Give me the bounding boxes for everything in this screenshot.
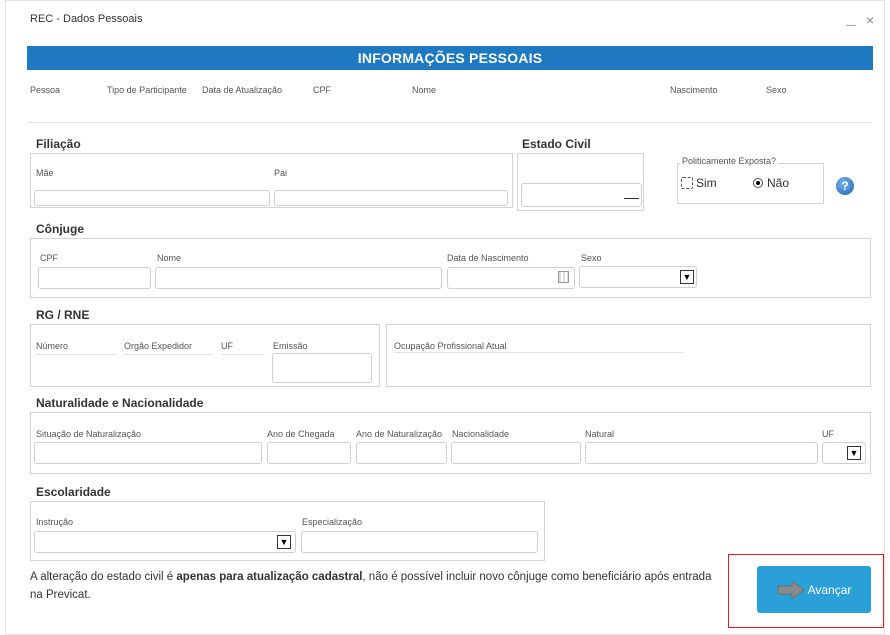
section-title-naturalidade: Naturalidade e Nacionalidade [36,396,204,410]
nacionalidade-select[interactable] [451,442,581,464]
ano-naturalizacao-input[interactable] [356,442,447,464]
nacionalidade-label: Nacionalidade [452,429,510,439]
advance-button-label: Avançar [807,582,852,597]
window-title: REC - Dados Pessoais [30,13,143,25]
calendar-icon[interactable] [558,271,569,283]
rg-uf-input[interactable] [221,354,265,355]
col-nome: Nome [412,85,437,95]
conjuge-nome-label: Nome [157,253,182,263]
notice-text-bold: apenas para atualização cadastral [176,571,363,583]
pep-option-sim[interactable]: Sim [681,176,717,190]
select-arrow-icon [624,198,639,199]
situacao-naturalizacao-label: Situação de Naturalização [36,429,142,439]
minimize-icon[interactable]: — [846,20,856,31]
col-data-atualizacao: Data de Atualização [202,85,283,95]
conjuge-cpf-input[interactable] [38,267,151,289]
col-cpf: CPF [313,85,331,95]
rg-emissao-input[interactable] [272,353,372,383]
section-title-rg: RG / RNE [36,308,90,322]
ocupacao-label: Ocupação Profissional Atual [394,341,507,351]
ano-naturalizacao-label: Ano de Naturalização [356,429,443,439]
divider [28,122,872,123]
conjuge-cpf-label: CPF [40,253,58,263]
rg-uf-label: UF [221,341,233,351]
section-title-filiacao: Filiação [36,137,81,151]
checkbox-icon [681,177,693,189]
pep-option-nao-label: Não [767,176,790,190]
naturalidade-uf-label: UF [822,429,834,439]
chevron-down-icon[interactable]: ▼ [680,270,694,284]
col-nascimento: Nascimento [670,85,718,95]
conjuge-nascimento-label: Data de Nascimento [447,253,529,263]
rg-numero-input[interactable] [36,354,118,355]
pep-option-sim-label: Sim [696,176,717,190]
conjuge-nome-input[interactable] [155,267,442,289]
pai-input[interactable] [274,190,508,206]
radio-selected-icon [753,178,763,188]
close-icon[interactable]: × [866,12,874,28]
conjuge-nascimento-input[interactable] [447,267,575,289]
especializacao-label: Especialização [302,517,363,527]
instrucao-label: Instrução [36,517,74,527]
footer-notice: A alteração do estado civil é apenas par… [30,568,720,604]
chevron-down-icon[interactable]: ▼ [847,446,861,460]
chevron-down-icon[interactable]: ▼ [277,535,291,549]
rg-emissao-label: Emissão [273,341,308,351]
conjuge-sexo-label: Sexo [581,253,602,263]
advance-button[interactable]: Avançar [757,566,871,613]
situacao-naturalizacao-select[interactable] [34,442,262,464]
col-pessoa: Pessoa [30,85,61,95]
section-header-bar: INFORMAÇÕES PESSOAIS [27,46,873,70]
pep-option-nao[interactable]: Não [753,176,789,190]
natural-select[interactable] [585,442,818,464]
notice-text-1: A alteração do estado civil é [30,571,177,583]
section-title-escolaridade: Escolaridade [36,485,111,499]
mae-label: Mãe [36,168,54,178]
instrucao-select[interactable] [34,531,296,553]
ano-chegada-input[interactable] [267,442,351,464]
especializacao-input[interactable] [301,531,538,553]
estado-civil-select[interactable] [521,183,642,207]
page-title: INFORMAÇÕES PESSOAIS [357,50,543,66]
col-sexo: Sexo [766,85,787,95]
pai-label: Pai [274,168,288,178]
ocupacao-input[interactable] [394,352,684,353]
col-tipo-participante: Tipo de Participante [107,85,187,95]
arrow-right-icon [777,580,805,599]
mae-input[interactable] [34,190,270,206]
rg-orgao-label: Orgão Expedidor [124,341,193,351]
section-title-estado-civil: Estado Civil [522,137,591,151]
ocupacao-group [386,324,871,387]
ano-chegada-label: Ano de Chegada [267,429,335,439]
natural-label: Natural [585,429,615,439]
rg-numero-label: Número [36,341,69,351]
pep-legend: Politicamente Exposta? [680,156,779,166]
rg-orgao-input[interactable] [124,354,214,355]
question-circle-icon[interactable]: ? [836,177,854,195]
section-title-conjuge: Cônjuge [36,222,84,236]
